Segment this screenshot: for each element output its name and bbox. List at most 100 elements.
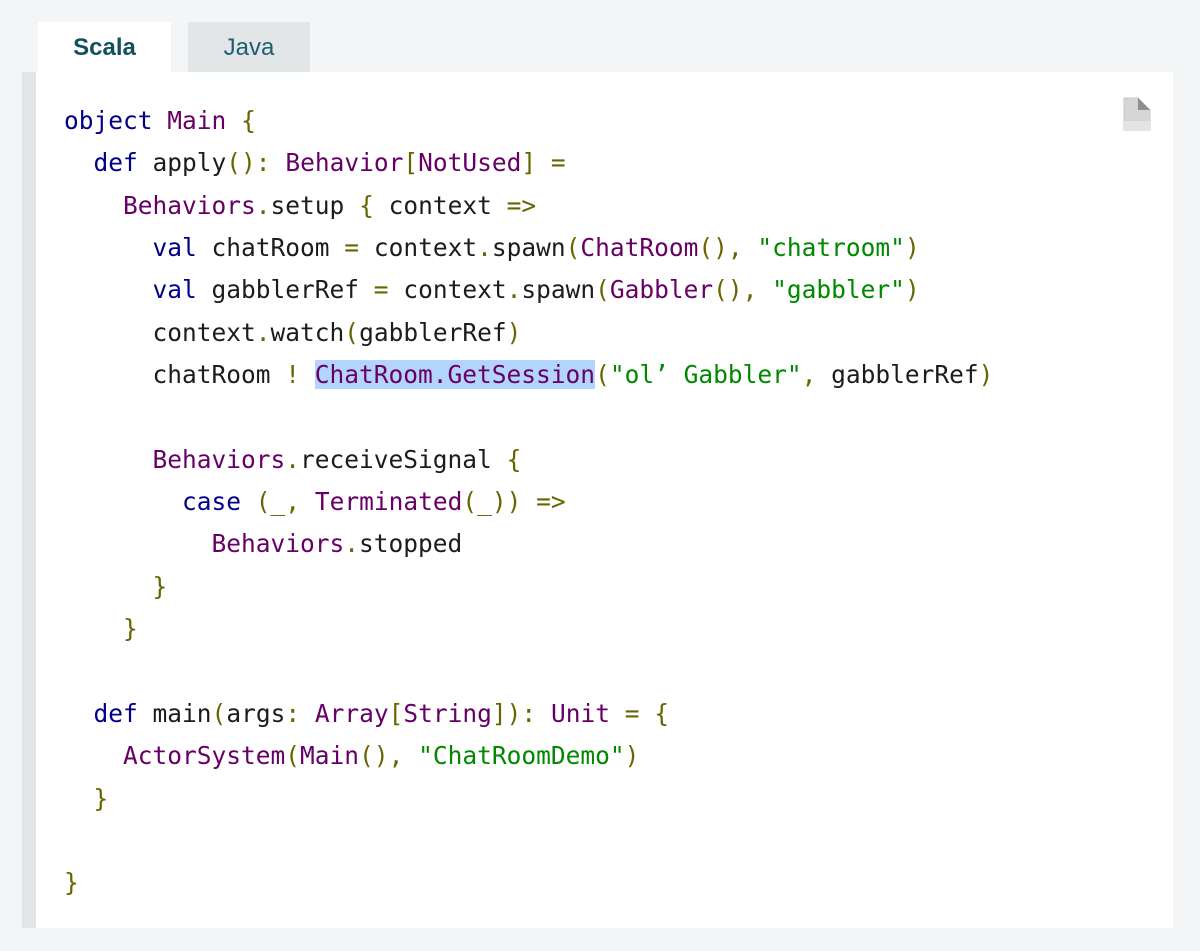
code-token: { <box>359 190 374 220</box>
code-token: => <box>506 190 537 220</box>
code-token: ] <box>521 148 537 178</box>
code-token: Behaviors <box>123 190 256 220</box>
code-token: = <box>624 698 640 728</box>
code-token: ) <box>904 233 920 263</box>
code-token: chatRoom <box>196 233 345 263</box>
code-line: } <box>64 862 993 904</box>
code-token: apply <box>137 148 227 178</box>
code-token: String <box>403 698 492 728</box>
code-token: } <box>64 868 79 898</box>
code-panel: object Main { def apply(): Behavior[NotU… <box>22 72 1173 928</box>
tab-java[interactable]: Java <box>188 22 310 72</box>
code-token: spawn <box>521 275 596 305</box>
code-token: (), <box>359 741 404 771</box>
code-token: ) <box>904 275 920 305</box>
code-token: receiveSignal <box>300 444 507 474</box>
code-line: } <box>64 566 993 608</box>
code-token: : <box>285 698 301 728</box>
copy-file-icon[interactable] <box>1123 97 1151 131</box>
code-token: Main <box>167 106 227 135</box>
code-token: def <box>93 148 138 178</box>
code-token: watch <box>270 317 345 347</box>
code-token: Behavior <box>285 148 404 178</box>
code-token: NotUsed <box>418 148 522 178</box>
code-token: [ <box>403 148 419 178</box>
code-token: gabblerRef <box>359 317 507 347</box>
code-token: "ChatRoomDemo" <box>418 741 625 771</box>
code-token: setup <box>270 190 360 220</box>
code-token: ActorSystem <box>123 741 286 771</box>
code-token: ) <box>978 360 994 390</box>
selected-code-token: ChatRoom.GetSession <box>314 360 596 390</box>
code-token: => <box>536 487 566 517</box>
code-token: object <box>64 106 153 135</box>
code-block: object Main { def apply(): Behavior[NotU… <box>64 100 993 905</box>
tab-scala[interactable]: Scala <box>38 22 171 72</box>
code-token: def <box>93 698 138 728</box>
code-line: val chatRoom = context.spawn(ChatRoom(),… <box>64 227 993 269</box>
code-line: } <box>64 608 993 650</box>
code-token: chatRoom <box>64 360 286 390</box>
code-token: "chatroom" <box>757 233 905 263</box>
code-token: ! <box>285 360 301 390</box>
code-token: ( <box>565 233 581 263</box>
code-token: stopped <box>359 529 463 559</box>
code-line: } <box>64 778 993 820</box>
code-token: context <box>64 317 256 347</box>
code-token: ]): <box>491 698 537 728</box>
code-line: object Main { <box>64 100 993 142</box>
code-token: ( <box>344 317 360 347</box>
code-token: "gabbler" <box>772 275 905 305</box>
code-token: (), <box>698 233 743 263</box>
code-token: context <box>359 233 478 263</box>
code-token: ) <box>506 317 522 347</box>
code-token: context <box>373 190 507 220</box>
code-token: args <box>226 698 286 728</box>
code-token: Behaviors <box>152 444 286 474</box>
code-token: gabblerRef <box>196 275 374 305</box>
code-token: spawn <box>491 233 566 263</box>
code-token: gabblerRef <box>816 360 979 390</box>
code-line: Behaviors.setup { context => <box>64 185 993 227</box>
code-token: = <box>550 148 566 178</box>
code-token: (): <box>226 148 271 178</box>
code-token: [ <box>388 698 404 728</box>
code-token: ( <box>285 741 301 771</box>
code-token: (), <box>713 275 758 305</box>
code-token: Gabbler <box>609 275 714 305</box>
code-token: Behaviors <box>211 529 345 559</box>
code-token: , <box>801 360 817 390</box>
code-token: val <box>152 233 197 263</box>
code-token: } <box>123 614 138 644</box>
code-line: def main(args: Array[String]): Unit = { <box>64 693 993 735</box>
code-token: val <box>152 275 197 305</box>
code-line: chatRoom ! ChatRoom.GetSession("ol’ Gabb… <box>64 354 993 396</box>
code-token: } <box>152 571 168 601</box>
code-token: context <box>388 275 507 305</box>
code-token: . <box>344 529 360 559</box>
